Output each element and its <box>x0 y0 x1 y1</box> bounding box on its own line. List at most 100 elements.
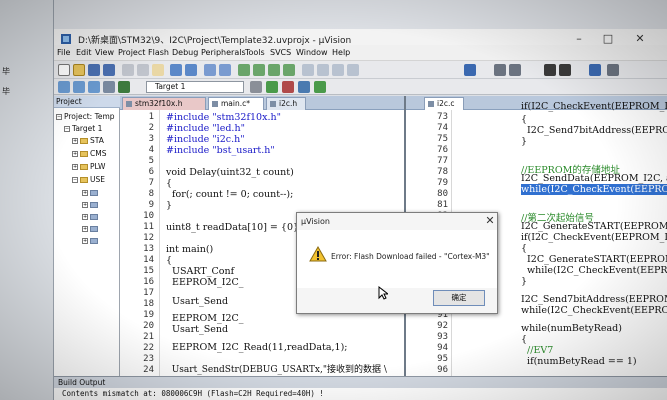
tab-stm32f10x-h[interactable]: stm32f10x.h <box>122 97 206 110</box>
menu-svcs[interactable]: SVCS <box>270 48 291 57</box>
redo-icon[interactable] <box>185 64 197 76</box>
line-number: 19 <box>143 310 154 320</box>
tree-item-group[interactable]: + CMS <box>72 149 106 158</box>
debug-session-icon[interactable] <box>544 64 556 76</box>
menu-file[interactable]: File <box>57 48 70 57</box>
new-file-icon[interactable] <box>58 64 70 76</box>
download-icon[interactable] <box>118 81 130 93</box>
bookmark-icon[interactable] <box>238 64 250 76</box>
tree-item-file[interactable]: + <box>82 188 100 197</box>
expand-icon[interactable]: + <box>72 164 78 170</box>
target-options-icon[interactable] <box>250 81 262 93</box>
menu-project[interactable]: Project <box>118 48 145 57</box>
pack-installer-icon[interactable] <box>298 81 310 93</box>
cut-icon[interactable] <box>122 64 134 76</box>
line-number: 95 <box>437 354 448 364</box>
menu-peripherals[interactable]: Peripherals <box>201 48 246 57</box>
expand-icon[interactable]: + <box>82 190 88 196</box>
tree-item-project[interactable]: − Project: Temp <box>56 112 115 121</box>
find-dropdown-icon[interactable] <box>464 64 476 76</box>
dialog-close-button[interactable]: ✕ <box>483 214 497 228</box>
tree-item-target[interactable]: − Target 1 <box>64 124 102 133</box>
file-extensions-icon[interactable] <box>266 81 278 93</box>
code-line: while(I2C_CheckEvent(EEPROM_I2C <box>521 305 667 316</box>
expand-icon[interactable]: + <box>82 202 88 208</box>
window-layout-icon[interactable] <box>589 64 601 76</box>
save-all-icon[interactable] <box>103 64 115 76</box>
paste-icon[interactable] <box>152 64 164 76</box>
line-number: 7 <box>148 178 154 188</box>
comment-icon[interactable] <box>332 64 344 76</box>
ok-button[interactable]: 确定 <box>433 290 485 306</box>
copy-icon[interactable] <box>137 64 149 76</box>
bookmark-prev-icon[interactable] <box>253 64 265 76</box>
file-icon <box>90 190 98 196</box>
tab-label: stm32f10x.h <box>135 99 183 108</box>
save-icon[interactable] <box>88 64 100 76</box>
menu-view[interactable]: View <box>95 48 114 57</box>
configure-icon[interactable] <box>559 64 571 76</box>
navigate-back-icon[interactable] <box>204 64 216 76</box>
tab-i2c-h[interactable]: i2c.h <box>266 97 306 110</box>
code-line: I2C_Send7bitAddress(EEPROM_I2C <box>521 294 667 305</box>
find-in-files-icon[interactable] <box>494 64 506 76</box>
code-line: { <box>521 334 528 345</box>
tree-item-group[interactable]: + STA <box>72 136 104 145</box>
tree-item-file[interactable]: + <box>82 236 100 245</box>
line-number: 2 <box>148 123 154 133</box>
folder-icon <box>80 151 88 157</box>
tools-icon[interactable] <box>607 64 619 76</box>
expand-icon[interactable]: + <box>72 138 78 144</box>
expand-icon[interactable]: + <box>72 151 78 157</box>
expand-icon[interactable]: + <box>82 238 88 244</box>
menu-edit[interactable]: Edit <box>76 48 92 57</box>
line-number: 3 <box>148 134 154 144</box>
incremental-find-icon[interactable] <box>509 64 521 76</box>
tree-item-file[interactable]: + <box>82 224 100 233</box>
desktop-text: 毕 <box>2 67 10 76</box>
tree-item-file[interactable]: + <box>82 212 100 221</box>
uncomment-icon[interactable] <box>347 64 359 76</box>
indent-icon[interactable] <box>302 64 314 76</box>
expand-icon[interactable]: + <box>82 226 88 232</box>
tree-item-group[interactable]: − USE <box>72 175 105 184</box>
expand-icon[interactable]: + <box>82 214 88 220</box>
rebuild-icon[interactable] <box>88 81 100 93</box>
navigate-forward-icon[interactable] <box>219 64 231 76</box>
menu-help[interactable]: Help <box>332 48 350 57</box>
batch-build-icon[interactable] <box>103 81 115 93</box>
bookmark-clear-icon[interactable] <box>283 64 295 76</box>
undo-icon[interactable] <box>170 64 182 76</box>
menu-flash[interactable]: Flash <box>148 48 169 57</box>
code-line: USART_Conf <box>166 266 235 277</box>
menu-tools[interactable]: Tools <box>245 48 265 57</box>
menu-debug[interactable]: Debug <box>172 48 198 57</box>
tree-item-file[interactable]: + <box>82 200 100 209</box>
code-line: #include "stm32f10x.h" <box>166 112 281 123</box>
translate-icon[interactable] <box>58 81 70 93</box>
code-line: } <box>166 200 173 211</box>
collapse-icon[interactable]: − <box>56 114 62 120</box>
dialog-title: µVision <box>301 217 330 226</box>
build-icon[interactable] <box>73 81 85 93</box>
run-time-env-icon[interactable] <box>314 81 326 93</box>
desktop-text: 毕 <box>2 87 10 96</box>
menu-window[interactable]: Window <box>296 48 328 57</box>
code-line: EEPROM_I2C_ <box>166 313 244 324</box>
warning-icon <box>309 246 327 262</box>
line-number: 23 <box>143 354 154 364</box>
line-number: 4 <box>148 145 154 155</box>
code-line: I2C_GenerateSTART(EEPROM_I2C, E <box>521 221 667 232</box>
collapse-icon[interactable]: − <box>64 126 70 132</box>
tab-i2c-c[interactable]: i2c.c <box>424 97 464 110</box>
bookmark-next-icon[interactable] <box>268 64 280 76</box>
tree-label: USE <box>90 175 105 184</box>
collapse-icon[interactable]: − <box>72 177 78 183</box>
unindent-icon[interactable] <box>317 64 329 76</box>
open-folder-icon[interactable] <box>73 64 85 76</box>
dialog-body: Error: Flash Download failed - "Cortex-M… <box>297 230 497 288</box>
manage-components-icon[interactable] <box>282 81 294 93</box>
target-select[interactable]: Target 1 <box>146 81 244 93</box>
tree-item-group[interactable]: + PLW <box>72 162 105 171</box>
tab-main-c[interactable]: main.c* <box>208 97 264 110</box>
